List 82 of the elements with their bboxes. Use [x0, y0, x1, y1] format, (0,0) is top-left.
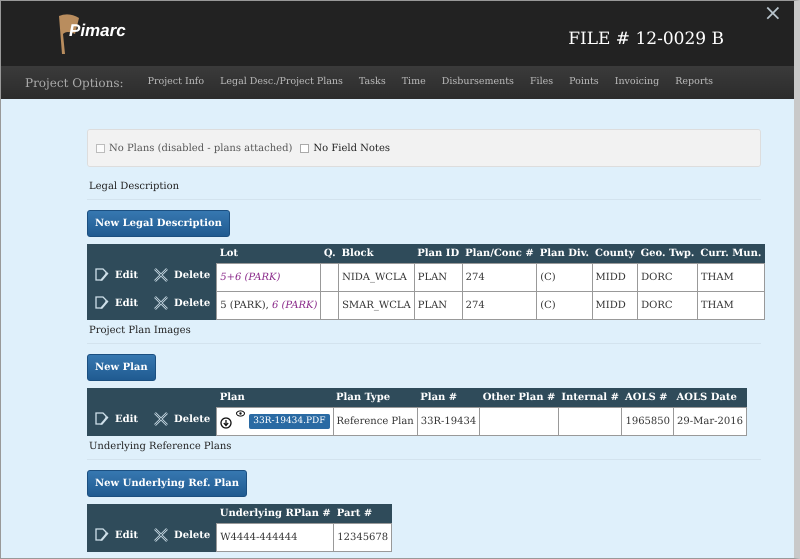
table-cell: SMAR_WCLA	[338, 292, 414, 320]
nav-label: Project Options:	[25, 74, 124, 92]
delete-icon	[154, 528, 168, 542]
table-cell: THAM	[697, 292, 764, 320]
column-header: Other Plan #	[480, 388, 558, 408]
checkbox[interactable]	[300, 144, 310, 152]
new-button[interactable]: New Underlying Ref. Plan	[87, 470, 248, 497]
delete-link[interactable]: Delete	[154, 268, 210, 283]
checkbox-label: No Plans (disabled - plans attached)	[109, 142, 292, 156]
file-button[interactable]: 33R-19434.PDF	[249, 414, 330, 430]
table-cell: W4444-444444	[216, 524, 334, 552]
section-title: Underlying Reference Plans	[87, 439, 761, 460]
delete-link[interactable]: Delete	[154, 528, 210, 543]
checkbox-label: No Field Notes	[313, 142, 390, 156]
table-cell: 274	[462, 264, 537, 292]
nav-link[interactable]: Files	[530, 75, 554, 90]
column-header: Plan Type	[333, 388, 418, 408]
edit-link[interactable]: Edit	[95, 412, 138, 427]
table-cell: (C)	[536, 264, 592, 292]
column-header: AOLS #	[622, 388, 674, 408]
table-cell: Reference Plan	[333, 408, 418, 436]
table-cell: 12345678	[334, 524, 392, 552]
column-header: Plan/Conc #	[462, 244, 537, 264]
nav-link[interactable]: Legal Desc./Project Plans	[220, 75, 343, 90]
column-header: Q.	[320, 244, 339, 264]
table-cell: DORC	[638, 292, 698, 320]
edit-icon	[95, 528, 109, 542]
table-cell: NIDA_WCLA	[338, 264, 414, 292]
table-cell: MIDD	[592, 264, 638, 292]
close-button[interactable]: ×	[764, 3, 782, 25]
table-cell	[558, 408, 622, 436]
new-button[interactable]: New Plan	[87, 354, 156, 381]
nav-link[interactable]: Time	[402, 75, 426, 90]
nav-link[interactable]: Project Info	[148, 75, 204, 90]
table-cell: (C)	[536, 292, 592, 320]
table-cell: PLAN	[414, 292, 462, 320]
table-cell: DORC	[638, 264, 698, 292]
table-cell: THAM	[697, 264, 764, 292]
file-title: FILE # 12-0029 B	[568, 28, 724, 51]
table-cell: 274	[462, 292, 537, 320]
nav-link[interactable]: Disbursements	[442, 75, 514, 90]
edit-icon	[95, 268, 109, 282]
section-title: Project Plan Images	[87, 323, 761, 344]
column-header: Plan #	[417, 388, 480, 408]
column-header: Plan	[216, 388, 334, 408]
nav-link[interactable]: Invoicing	[614, 75, 660, 90]
eye-icon[interactable]	[236, 410, 246, 417]
edit-link[interactable]: Edit	[95, 268, 138, 283]
edit-link[interactable]: Edit	[95, 528, 138, 543]
delete-link[interactable]: Delete	[154, 412, 210, 427]
column-header: County	[592, 244, 638, 264]
column-header: Part #	[334, 504, 392, 524]
column-header: Plan Div.	[536, 244, 592, 264]
table-cell: 29-Mar-2016	[674, 408, 746, 436]
delete-icon	[154, 412, 168, 426]
table-cell: PLAN	[414, 264, 462, 292]
nav-link[interactable]: Points	[569, 75, 599, 90]
download-icon[interactable]	[220, 417, 232, 430]
column-header: Plan ID	[414, 244, 462, 264]
edit-icon	[95, 296, 109, 310]
new-button[interactable]: New Legal Description	[87, 210, 230, 237]
nav-link[interactable]: Reports	[675, 75, 714, 90]
edit-icon	[95, 412, 109, 426]
column-header: Underlying RPlan #	[216, 504, 334, 524]
table-cell: 1965850	[622, 408, 674, 436]
column-header: Block	[338, 244, 414, 264]
column-header: Curr. Mun.	[697, 244, 764, 264]
table-cell: MIDD	[592, 292, 638, 320]
column-header: Internal #	[558, 388, 622, 408]
nav-link[interactable]: Tasks	[358, 75, 386, 90]
edit-link[interactable]: Edit	[95, 296, 138, 311]
delete-icon	[154, 268, 168, 282]
logo: Pimarc	[69, 20, 126, 42]
delete-link[interactable]: Delete	[154, 296, 210, 311]
table-cell: 5+6 (PARK)	[220, 272, 280, 283]
table-cell: 5 (PARK), 6 (PARK)	[220, 300, 318, 311]
table-cell: 33R-19434	[417, 408, 480, 436]
column-header: AOLS Date	[674, 388, 746, 408]
column-header: Geo. Twp.	[638, 244, 698, 264]
column-header: Lot	[216, 244, 321, 264]
section-title: Legal Description	[87, 179, 761, 200]
delete-icon	[154, 296, 168, 310]
